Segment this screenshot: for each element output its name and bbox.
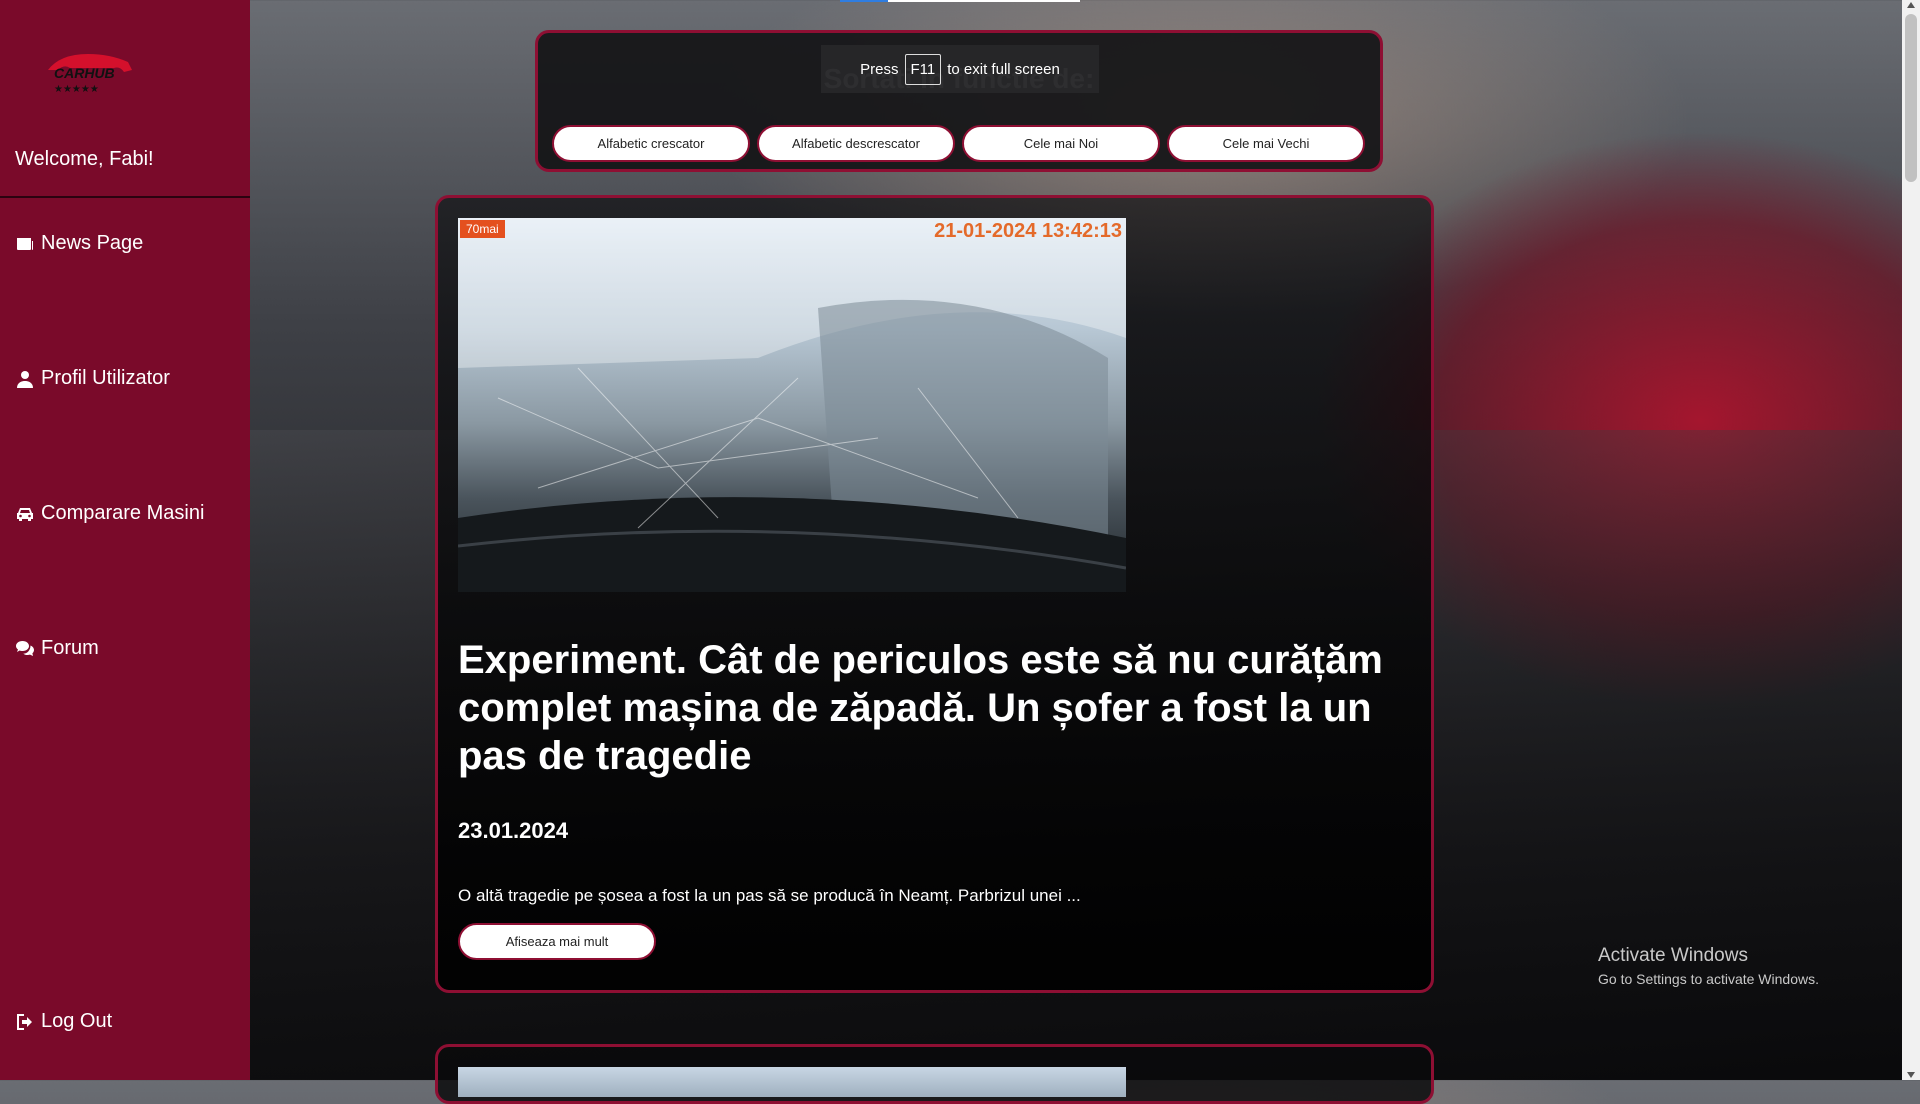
camera-badge: 70mai xyxy=(460,220,505,238)
logout-label: Log Out xyxy=(41,1010,113,1032)
fullscreen-toast: Press F11 to exit full screen xyxy=(821,45,1099,93)
news-title: Experiment. Cât de periculos este să nu … xyxy=(458,638,1383,778)
sidebar-item-profile[interactable]: Profil Utilizator xyxy=(15,367,170,390)
user-icon xyxy=(17,370,33,388)
sort-alpha-desc-button[interactable]: Alfabetic descrescator xyxy=(757,125,955,162)
sort-oldest-button[interactable]: Cele mai Vechi xyxy=(1167,125,1365,162)
sort-alpha-asc-button[interactable]: Alfabetic crescator xyxy=(552,125,750,162)
scroll-up-arrow-icon[interactable] xyxy=(1907,2,1915,8)
page-scrollbar[interactable] xyxy=(1902,0,1920,1080)
news-card-next xyxy=(435,1044,1434,1104)
svg-text:★★★★★: ★★★★★ xyxy=(54,84,99,95)
sign-out-icon xyxy=(17,1013,32,1030)
svg-text:CARHUB: CARHUB xyxy=(54,65,115,81)
carhub-logo[interactable]: CARHUB ★★★★★ xyxy=(40,48,140,98)
windows-activation-watermark: Activate Windows Go to Settings to activ… xyxy=(1598,945,1819,987)
sidebar-divider xyxy=(0,196,250,198)
show-more-button[interactable]: Afiseaza mai mult xyxy=(458,923,656,960)
sidebar-item-label: Forum xyxy=(41,637,99,659)
newspaper-icon xyxy=(17,237,33,250)
news-card: 70mai 21-01-2024 13:42:13 Experiment. Câ… xyxy=(435,195,1434,993)
top-strip-accent xyxy=(840,0,888,2)
watermark-line2: Go to Settings to activate Windows. xyxy=(1598,971,1819,987)
sidebar-item-label: News Page xyxy=(41,232,144,254)
news-date: 23.01.2024 xyxy=(458,818,569,843)
logout-button[interactable]: Log Out xyxy=(15,1010,112,1033)
sidebar-item-label: Comparare Masini xyxy=(41,502,205,524)
camera-timestamp: 21-01-2024 13:42:13 xyxy=(934,220,1122,242)
news-image-next xyxy=(458,1067,1126,1097)
scroll-down-arrow-icon[interactable] xyxy=(1907,1072,1915,1078)
toast-rest: to exit full screen xyxy=(947,60,1060,78)
news-excerpt: O altă tragedie pe șosea a fost la un pa… xyxy=(458,886,1081,905)
comments-icon xyxy=(16,640,34,656)
scroll-thumb[interactable] xyxy=(1905,14,1917,182)
toast-key: F11 xyxy=(904,53,942,85)
sort-newest-button[interactable]: Cele mai Noi xyxy=(962,125,1160,162)
toast-press: Press xyxy=(860,60,899,78)
sidebar-item-forum[interactable]: Forum xyxy=(15,637,99,660)
sidebar-item-news[interactable]: News Page xyxy=(15,232,143,255)
car-icon xyxy=(17,507,33,521)
sidebar: CARHUB ★★★★★ Welcome, Fabi! News Page Pr… xyxy=(0,0,250,1080)
watermark-line1: Activate Windows xyxy=(1598,945,1748,966)
news-image: 70mai 21-01-2024 13:42:13 xyxy=(458,218,1126,592)
welcome-message: Welcome, Fabi! xyxy=(15,148,154,170)
sidebar-item-compare[interactable]: Comparare Masini xyxy=(15,502,204,525)
sidebar-item-label: Profil Utilizator xyxy=(41,367,170,389)
